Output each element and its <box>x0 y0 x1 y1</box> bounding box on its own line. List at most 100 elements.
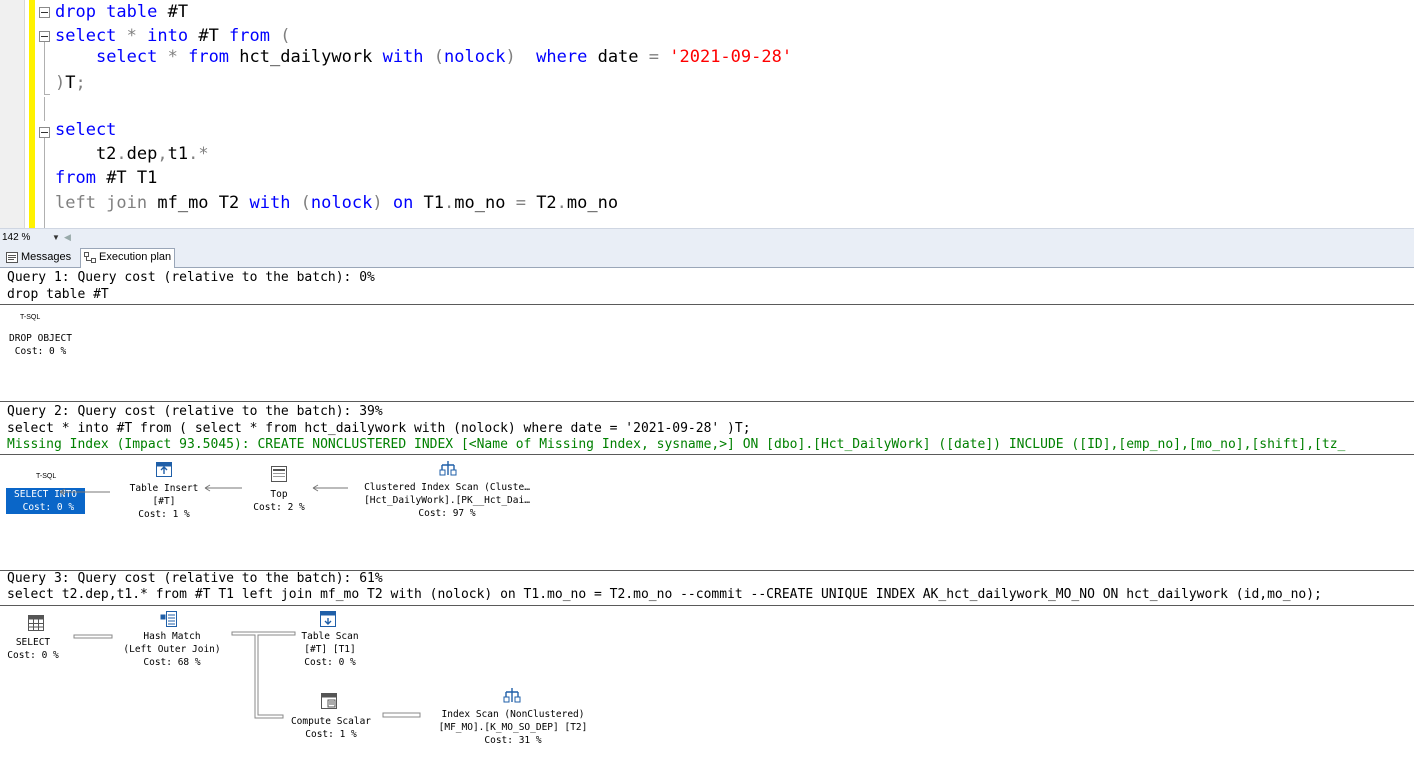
node-cost: Cost: 0 % <box>7 650 59 661</box>
node-cost: Cost: 31 % <box>484 735 542 746</box>
code-token: . <box>556 193 567 213</box>
editor-status-bar: 142 % ▼ ◀ <box>0 228 1414 246</box>
plan-node-table-scan[interactable]: Table Scan [#T] [T1] Cost: 0 % <box>285 630 375 669</box>
code-token: '2021-09-28' <box>669 47 793 67</box>
node-label: Table Scan <box>301 631 359 642</box>
fold-guide <box>44 97 45 121</box>
code-token: T <box>65 73 76 93</box>
fold-guide <box>44 138 45 228</box>
code-token: on <box>392 193 424 213</box>
code-token: select <box>55 120 117 140</box>
node-cost: Cost: 0 % <box>304 657 356 668</box>
editor-gutter <box>0 0 25 228</box>
node-label: Hash Match <box>143 631 201 642</box>
tab-messages-label: Messages <box>21 251 72 263</box>
code-token: ) <box>372 193 393 213</box>
code-line[interactable]: t2.dep,t1.* <box>55 142 209 166</box>
fold-toggle-icon[interactable] <box>39 7 50 18</box>
change-indicator-bar <box>29 0 35 228</box>
code-token: ; <box>75 73 86 93</box>
node-sub: [#T] [T1] <box>304 644 356 655</box>
code-line[interactable]: left join mf_mo T2 with (nolock) on T1.m… <box>55 191 618 215</box>
code-token: with <box>249 193 301 213</box>
code-token: mo_no <box>454 193 516 213</box>
select-operator-icon[interactable] <box>27 614 45 632</box>
plan-node-index-scan[interactable]: Index Scan (NonClustered) [MF_MO].[K_MO_… <box>418 708 608 747</box>
node-cost: Cost: 1 % <box>305 729 357 740</box>
code-token: dep <box>126 144 158 164</box>
code-token: nolock <box>444 47 506 67</box>
code-token: ( <box>433 47 445 67</box>
code-token: mo_no <box>566 193 619 213</box>
plan-arrows <box>59 484 421 719</box>
node-cost: Cost: 68 % <box>143 657 201 668</box>
plan-node-compute-scalar[interactable]: Compute Scalar Cost: 1 % <box>276 715 386 741</box>
code-token: .* <box>188 144 209 164</box>
code-token: from <box>188 47 240 67</box>
code-token: * <box>126 26 148 46</box>
plan-node-select[interactable]: SELECT Cost: 0 % <box>2 636 64 662</box>
sql-editor[interactable]: drop table #T select * into #T from ( sel… <box>0 0 1414 228</box>
index-scan-icon[interactable] <box>503 686 521 704</box>
code-token: left join <box>55 193 158 213</box>
tab-execution-plan[interactable]: Execution plan <box>80 248 176 268</box>
messages-icon <box>6 251 18 263</box>
code-token: #T <box>167 2 189 22</box>
node-sub: (Left Outer Join) <box>123 644 221 655</box>
execution-plan-icon <box>84 251 96 263</box>
query-divider <box>0 605 1414 606</box>
code-token: #T <box>198 26 230 46</box>
code-token: nolock <box>310 193 373 213</box>
code-line[interactable]: select <box>55 118 116 142</box>
code-token: = <box>648 47 670 67</box>
code-token: hct_dailywork <box>239 47 383 67</box>
fold-toggle-icon[interactable] <box>39 127 50 138</box>
code-token: where <box>536 47 598 67</box>
query-3-header: Query 3: Query cost (relative to the bat… <box>7 571 383 586</box>
code-token: T1 <box>423 193 445 213</box>
code-token: ) <box>505 47 537 67</box>
compute-scalar-icon[interactable] <box>320 692 338 710</box>
code-token: . <box>116 144 127 164</box>
code-line[interactable]: from #T T1 <box>55 166 157 190</box>
code-token: date <box>597 47 649 67</box>
code-token: = <box>515 193 537 213</box>
code-token: t2 <box>55 144 117 164</box>
code-token: t1 <box>167 144 189 164</box>
code-token: select <box>55 26 127 46</box>
code-token: #T T1 <box>106 168 158 188</box>
code-line[interactable]: select * from hct_dailywork with (nolock… <box>55 45 792 69</box>
plan-node-hash-match[interactable]: Hash Match (Left Outer Join) Cost: 68 % <box>112 630 232 669</box>
results-tabs: Messages Execution plan <box>0 246 1414 268</box>
hash-match-icon[interactable] <box>160 610 178 628</box>
code-token: ( <box>300 193 311 213</box>
zoom-level[interactable]: 142 % <box>2 231 30 244</box>
code-token: T2 <box>536 193 557 213</box>
node-label: Compute Scalar <box>290 716 372 727</box>
code-token: drop table <box>55 2 168 22</box>
code-token: with <box>382 47 434 67</box>
code-token: mf_mo T2 <box>157 193 250 213</box>
query-3-sql: select t2.dep,t1.* from #T T1 left join … <box>7 587 1322 602</box>
code-token: from <box>55 168 107 188</box>
code-line[interactable]: )T; <box>55 71 86 95</box>
tab-execution-plan-label: Execution plan <box>99 251 172 263</box>
node-sub: [MF_MO].[K_MO_SO_DEP] [T2] <box>438 722 588 733</box>
scroll-left-icon[interactable]: ◀ <box>64 231 71 244</box>
zoom-dropdown-icon[interactable]: ▼ <box>52 231 60 244</box>
code-token: select <box>95 47 168 67</box>
code-token: ) <box>55 73 66 93</box>
tab-messages[interactable]: Messages <box>3 249 74 266</box>
code-token: ( <box>280 26 291 46</box>
fold-toggle-icon[interactable] <box>39 31 50 42</box>
execution-plan-pane[interactable]: Query 1: Query cost (relative to the bat… <box>0 268 1414 772</box>
node-label: SELECT <box>15 637 51 648</box>
code-line[interactable]: drop table #T <box>55 0 188 24</box>
code-token: * <box>167 47 189 67</box>
code-token: into <box>147 26 199 46</box>
code-token: . <box>444 193 455 213</box>
node-label: Index Scan (NonClustered) <box>441 709 585 720</box>
code-token: , <box>157 144 168 164</box>
table-scan-icon[interactable] <box>319 610 337 628</box>
